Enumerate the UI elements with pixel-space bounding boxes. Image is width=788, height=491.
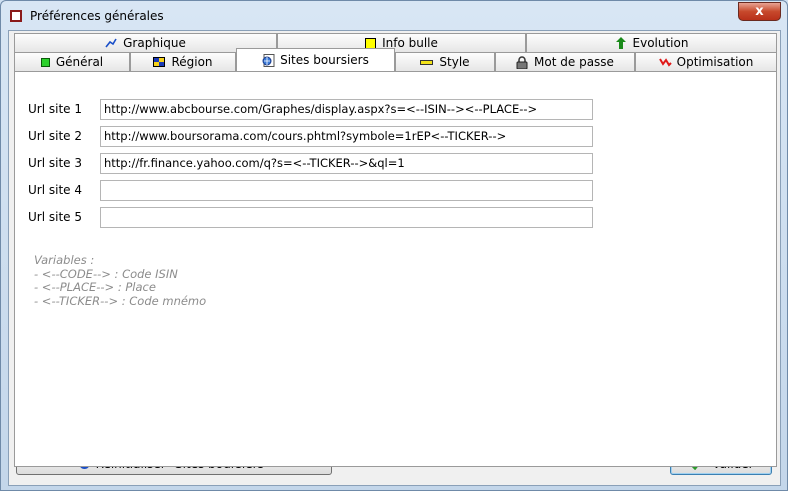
tab-sites-boursiers[interactable]: Sites boursiers (236, 48, 395, 71)
url-site-3-label: Url site 3 (28, 156, 82, 170)
url-site-4-input[interactable] (100, 180, 593, 201)
app-icon (10, 10, 22, 22)
flag-icon (153, 56, 166, 68)
tab-optimisation[interactable]: Optimisation (635, 52, 777, 71)
web-page-icon (262, 54, 275, 67)
title-bar[interactable]: Préférences générales x (1, 1, 787, 31)
tab-mot-de-passe[interactable]: Mot de passe (495, 52, 635, 71)
dialog-client-area: Graphique Info bulle Evolution Général R… (8, 30, 781, 486)
tab-label: Mot de passe (534, 55, 614, 69)
tab-label: Evolution (632, 36, 689, 50)
close-button[interactable]: x (738, 2, 781, 21)
variable-line: - <--TICKER--> : Code mnémo (34, 293, 207, 308)
tab-label: Région (171, 55, 213, 69)
tab-label: Sites boursiers (280, 53, 369, 67)
url-site-5-label: Url site 5 (28, 210, 82, 224)
url-site-1-input[interactable]: http://www.abcbourse.com/Graphes/display… (100, 99, 593, 120)
yellow-square-icon (365, 37, 377, 49)
padlock-icon (516, 56, 528, 70)
tab-label: Graphique (123, 36, 186, 50)
green-square-icon (40, 57, 50, 67)
variable-line: - <--PLACE--> : Place (34, 280, 156, 294)
tab-label: Général (55, 55, 104, 69)
variables-help: Variables : - <--CODE--> : Code ISIN - <… (34, 253, 207, 308)
red-zigzag-icon (658, 56, 672, 68)
variables-title: Variables : (34, 253, 95, 267)
tab-label: Style (439, 55, 470, 69)
url-site-2-input[interactable]: http://www.boursorama.com/cours.phtml?sy… (100, 126, 593, 147)
sites-boursiers-panel: Url site 1 http://www.abcbourse.com/Grap… (14, 71, 777, 467)
url-site-1-label: Url site 1 (28, 102, 82, 116)
url-site-3-input[interactable]: http://fr.finance.yahoo.com/q?s=<--TICKE… (100, 153, 593, 174)
line-chart-icon (105, 37, 117, 49)
url-site-4-label: Url site 4 (28, 183, 82, 197)
url-site-5-input[interactable] (100, 207, 593, 228)
tab-style[interactable]: Style (395, 52, 495, 71)
preferences-window: Préférences générales x Graphique Info b… (0, 0, 788, 491)
tab-label: Optimisation (676, 55, 754, 69)
yellow-bar-icon (420, 59, 434, 65)
url-site-2-label: Url site 2 (28, 129, 82, 143)
tab-evolution[interactable]: Evolution (526, 33, 777, 52)
window-title: Préférences générales (30, 9, 164, 23)
tab-general[interactable]: Général (14, 52, 130, 71)
tab-region[interactable]: Région (130, 52, 236, 71)
green-up-arrow-icon (615, 37, 627, 49)
variable-line: - <--CODE--> : Code ISIN (34, 266, 178, 281)
